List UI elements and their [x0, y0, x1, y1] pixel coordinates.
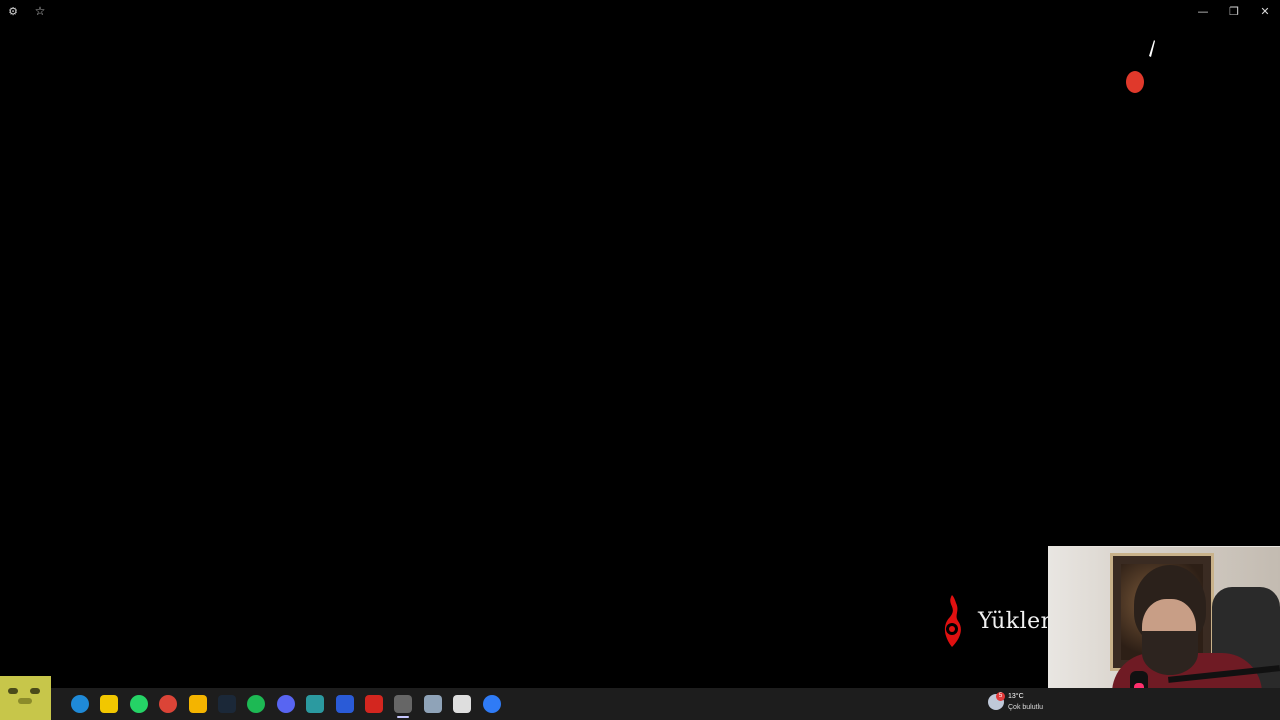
whatsapp-icon[interactable]: [130, 695, 148, 713]
red-marker: [1126, 71, 1144, 93]
weather-badge: 5: [996, 692, 1005, 701]
weather-widget[interactable]: 5 13°C Çok bulutlu: [988, 692, 1052, 716]
weather-temp: 13°C: [1008, 693, 1024, 700]
gear-icon[interactable]: ⚙: [2, 2, 24, 20]
star-outline-icon[interactable]: ☆: [29, 2, 51, 20]
app-icon[interactable]: [483, 695, 501, 713]
acrobat-icon[interactable]: [365, 695, 383, 713]
steam-icon[interactable]: [218, 695, 236, 713]
weather-condition: Çok bulutlu: [1008, 704, 1044, 711]
loading-text: Yüklen: [978, 608, 1056, 634]
gear-icon[interactable]: [424, 695, 442, 713]
app-icon[interactable]: [336, 695, 354, 713]
edge-icon[interactable]: [71, 695, 89, 713]
thumb-eye-left: [8, 688, 18, 694]
sticky-notes-icon[interactable]: [100, 695, 118, 713]
cursor-stick-icon: [1149, 40, 1155, 57]
screen: ⚙ ☆ — ❐ ✕ Yüklen 5 13°C Çok bulutlu: [0, 0, 1280, 720]
chrome-icon[interactable]: [159, 695, 177, 713]
titlebar: ⚙ ☆ — ❐ ✕: [0, 0, 1280, 22]
folder-icon[interactable]: [189, 695, 207, 713]
loading-indicator: Yüklen: [936, 592, 1055, 650]
close-icon[interactable]: ✕: [1254, 2, 1276, 20]
thumb-eye-right: [30, 688, 40, 694]
app-icon[interactable]: [306, 695, 324, 713]
spotify-icon[interactable]: [247, 695, 265, 713]
game-icon[interactable]: [394, 695, 412, 718]
task-thumbnail[interactable]: [0, 676, 51, 720]
store-icon[interactable]: [453, 695, 471, 713]
flame-emblem-icon: [944, 595, 961, 647]
restore-icon[interactable]: ❐: [1223, 2, 1245, 20]
webcam-person-beard: [1142, 631, 1198, 675]
thumb-mouth: [18, 698, 32, 704]
discord-icon[interactable]: [277, 695, 295, 713]
minimize-icon[interactable]: —: [1192, 2, 1214, 20]
